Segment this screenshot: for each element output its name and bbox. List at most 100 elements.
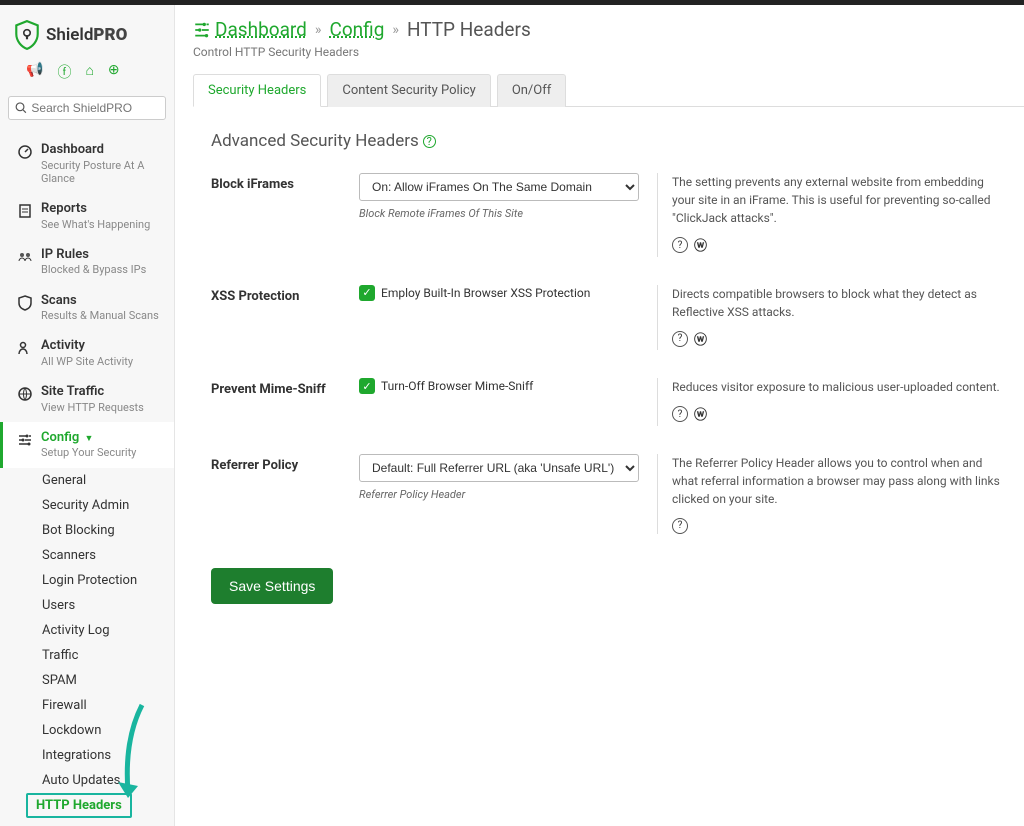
- setting-desc: Directs compatible browsers to block wha…: [657, 285, 1006, 351]
- subnav-item-scanners[interactable]: Scanners: [34, 543, 174, 568]
- help-icon[interactable]: ?: [672, 237, 688, 253]
- nav-item-config[interactable]: Config ▼ Setup Your Security: [0, 422, 174, 468]
- tab-bar: Security HeadersContent Security PolicyO…: [193, 73, 1024, 107]
- megaphone-icon[interactable]: 📢: [26, 62, 43, 82]
- nav-item-scans[interactable]: Scans Results & Manual Scans: [0, 285, 174, 331]
- setting-label: Referrer Policy: [211, 454, 341, 473]
- tab-security-headers[interactable]: Security Headers: [193, 74, 321, 107]
- config-subnav: GeneralSecurity AdminBot BlockingScanner…: [0, 468, 174, 818]
- nav-item-reports[interactable]: Reports See What's Happening: [0, 193, 174, 239]
- setting-desc: The Referrer Policy Header allows you to…: [657, 454, 1006, 534]
- breadcrumb-current: HTTP Headers: [407, 18, 531, 41]
- nav-sublabel: All WP Site Activity: [41, 355, 133, 368]
- breadcrumb-sep: »: [392, 22, 399, 38]
- nav-label: Reports: [41, 201, 150, 217]
- facebook-icon[interactable]: ⓕ: [57, 62, 71, 82]
- breadcrumb: Dashboard » Config » HTTP Headers: [193, 18, 1024, 41]
- config-icon: [17, 432, 33, 448]
- main-content: Dashboard » Config » HTTP Headers Contro…: [175, 0, 1024, 826]
- nav-sublabel: Security Posture At A Glance: [41, 159, 160, 185]
- nav-item-activity[interactable]: Activity All WP Site Activity: [0, 330, 174, 376]
- section-title: Advanced Security Headers ?: [211, 131, 1006, 151]
- reports-icon: [17, 203, 33, 219]
- wordpress-icon[interactable]: ⓦ: [694, 406, 707, 426]
- globe-icon[interactable]: ⊕: [108, 62, 120, 82]
- nav-label: IP Rules: [41, 247, 146, 263]
- scans-icon: [17, 295, 33, 311]
- nav-label: Site Traffic: [41, 384, 144, 400]
- traffic-icon: [17, 386, 33, 402]
- subnav-item-users[interactable]: Users: [34, 593, 174, 618]
- search-box[interactable]: [8, 96, 166, 120]
- subnav-item-login-protection[interactable]: Login Protection: [34, 568, 174, 593]
- nav-item-site-traffic[interactable]: Site Traffic View HTTP Requests: [0, 376, 174, 422]
- nav-label: Activity: [41, 338, 133, 354]
- breadcrumb-config[interactable]: Config: [329, 18, 384, 41]
- nav-sublabel: See What's Happening: [41, 218, 150, 231]
- subnav-item-integrations[interactable]: Integrations: [34, 743, 174, 768]
- nav-sublabel: Results & Manual Scans: [41, 309, 159, 322]
- search-icon: [15, 101, 27, 115]
- subnav-item-lockdown[interactable]: Lockdown: [34, 718, 174, 743]
- referrer-select[interactable]: Default: Full Referrer URL (aka 'Unsafe …: [359, 454, 639, 482]
- nav-sublabel: Setup Your Security: [41, 446, 136, 459]
- help-icon[interactable]: ?: [672, 331, 688, 347]
- brand-text: ShieldPRO: [46, 25, 127, 45]
- nav-sublabel: Blocked & Bypass IPs: [41, 263, 146, 276]
- xss-checkbox[interactable]: ✓: [359, 285, 375, 301]
- nav-item-dashboard[interactable]: Dashboard Security Posture At A Glance: [0, 134, 174, 193]
- tab-content-security-policy[interactable]: Content Security Policy: [327, 74, 490, 107]
- checkbox-label: Employ Built-In Browser XSS Protection: [381, 286, 590, 300]
- setting-label: Prevent Mime-Sniff: [211, 378, 341, 397]
- setting-hint: Referrer Policy Header: [359, 488, 639, 501]
- setting-block-iframes: Block iFrames On: Allow iFrames On The S…: [211, 173, 1006, 257]
- nav-label: Scans: [41, 293, 159, 309]
- subnav-item-http-headers[interactable]: HTTP Headers: [26, 793, 132, 818]
- home-icon[interactable]: ⌂: [85, 62, 93, 82]
- page-subtitle: Control HTTP Security Headers: [193, 45, 1024, 59]
- help-icon[interactable]: ?: [423, 135, 436, 148]
- shield-icon: [14, 20, 40, 50]
- setting-desc: Reduces visitor exposure to malicious us…: [657, 378, 1006, 426]
- social-icons: 📢 ⓕ ⌂ ⊕: [0, 58, 174, 96]
- subnav-item-bot-blocking[interactable]: Bot Blocking: [34, 518, 174, 543]
- subnav-item-security-admin[interactable]: Security Admin: [34, 493, 174, 518]
- setting-hint: Block Remote iFrames Of This Site: [359, 207, 639, 220]
- activity-icon: [17, 340, 33, 356]
- subnav-item-activity-log[interactable]: Activity Log: [34, 618, 174, 643]
- iprules-icon: [17, 249, 33, 265]
- wordpress-icon[interactable]: ⓦ: [694, 237, 707, 257]
- subnav-item-traffic[interactable]: Traffic: [34, 643, 174, 668]
- setting-desc: The setting prevents any external websit…: [657, 173, 1006, 257]
- help-icon[interactable]: ?: [672, 518, 688, 534]
- breadcrumb-sep: »: [315, 22, 322, 38]
- nav-label: Config ▼: [41, 430, 136, 446]
- setting-label: XSS Protection: [211, 285, 341, 304]
- subnav-item-firewall[interactable]: Firewall: [34, 693, 174, 718]
- wordpress-icon[interactable]: ⓦ: [694, 331, 707, 351]
- block-iframes-select[interactable]: On: Allow iFrames On The Same Domain: [359, 173, 639, 201]
- nav-label: Dashboard: [41, 142, 160, 158]
- setting-mime: Prevent Mime-Sniff ✓ Turn-Off Browser Mi…: [211, 378, 1006, 426]
- dashboard-icon: [17, 144, 33, 160]
- tab-on-off[interactable]: On/Off: [497, 74, 566, 107]
- subnav-item-auto-updates[interactable]: Auto Updates: [34, 768, 174, 793]
- sidebar: ShieldPRO 📢 ⓕ ⌂ ⊕ Dashboard Security Pos…: [0, 0, 175, 826]
- setting-xss: XSS Protection ✓ Employ Built-In Browser…: [211, 285, 1006, 351]
- sliders-icon: [193, 21, 211, 39]
- search-input[interactable]: [31, 101, 159, 115]
- settings-panel: Advanced Security Headers ? Block iFrame…: [193, 107, 1024, 622]
- help-icon[interactable]: ?: [672, 406, 688, 422]
- setting-referrer: Referrer Policy Default: Full Referrer U…: [211, 454, 1006, 534]
- nav-sublabel: View HTTP Requests: [41, 401, 144, 414]
- nav-item-ip-rules[interactable]: IP Rules Blocked & Bypass IPs: [0, 239, 174, 285]
- subnav-item-spam[interactable]: SPAM: [34, 668, 174, 693]
- save-button[interactable]: Save Settings: [211, 568, 333, 604]
- main-nav: Dashboard Security Posture At A Glance R…: [0, 134, 174, 826]
- mime-checkbox[interactable]: ✓: [359, 378, 375, 394]
- setting-label: Block iFrames: [211, 173, 341, 192]
- checkbox-label: Turn-Off Browser Mime-Sniff: [381, 379, 533, 393]
- subnav-item-general[interactable]: General: [34, 468, 174, 493]
- breadcrumb-dashboard[interactable]: Dashboard: [193, 18, 307, 41]
- brand-logo: ShieldPRO: [0, 10, 174, 58]
